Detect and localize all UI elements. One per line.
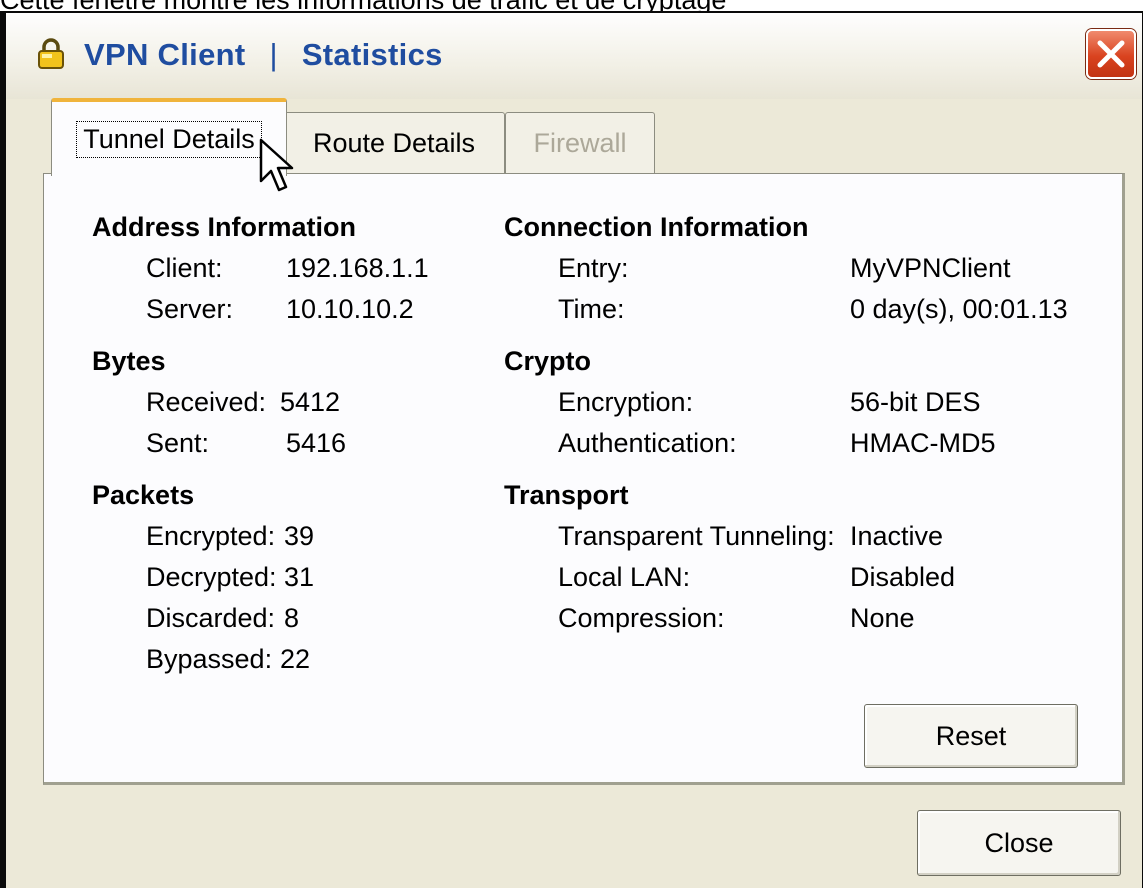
discarded-value: 8 bbox=[284, 603, 300, 633]
entry-label: Entry: bbox=[558, 253, 629, 283]
transport-section: Transport Transparent Tunneling: Inactiv… bbox=[504, 474, 955, 639]
connection-information-section: Connection Information Entry: MyVPNClien… bbox=[504, 206, 1068, 330]
transparent-tunneling-value: Inactive bbox=[850, 521, 944, 551]
bytes-section: Bytes Received: 5412 Sent: 5416 bbox=[92, 340, 346, 464]
bypassed-value: 22 bbox=[280, 644, 311, 674]
encryption-label: Encryption: bbox=[558, 387, 694, 417]
decrypted-value: 31 bbox=[284, 562, 315, 592]
app-title: VPN Client bbox=[84, 37, 246, 72]
window-title: VPN Client | Statistics bbox=[84, 37, 443, 73]
tab-route-details[interactable]: Route Details bbox=[283, 112, 505, 174]
server-value: 10.10.10.2 bbox=[286, 294, 414, 324]
sent-label: Sent: bbox=[146, 428, 210, 458]
received-label: Received: bbox=[146, 387, 267, 417]
tunnel-details-panel: Address Information Client: 192.168.1.1 … bbox=[43, 173, 1125, 785]
reset-button[interactable]: Reset bbox=[864, 704, 1078, 768]
encrypted-label: Encrypted: bbox=[146, 521, 276, 551]
compression-label: Compression: bbox=[558, 603, 725, 633]
close-button[interactable]: Close bbox=[917, 810, 1121, 876]
packets-section: Packets Encrypted: 39 Decrypted: 31 Disc… bbox=[92, 474, 314, 680]
authentication-value: HMAC-MD5 bbox=[850, 428, 996, 458]
crypto-section: Crypto Encryption: 56-bit DES Authentica… bbox=[504, 340, 996, 464]
tab-firewall-label: Firewall bbox=[533, 128, 627, 158]
decrypted-label: Decrypted: bbox=[146, 562, 277, 592]
compression-value: None bbox=[850, 603, 915, 633]
crypto-title: Crypto bbox=[504, 346, 591, 376]
tab-firewall: Firewall bbox=[505, 112, 655, 174]
bypassed-label: Bypassed: bbox=[146, 644, 273, 674]
local-lan-value: Disabled bbox=[850, 562, 956, 592]
local-lan-label: Local LAN: bbox=[558, 562, 691, 592]
packets-title: Packets bbox=[92, 480, 195, 510]
window-close-button[interactable] bbox=[1086, 29, 1136, 79]
client-label: Client: bbox=[146, 253, 223, 283]
title-separator: | bbox=[269, 37, 278, 72]
tab-route-details-label: Route Details bbox=[312, 128, 476, 158]
discarded-label: Discarded: bbox=[146, 603, 276, 633]
address-information-section: Address Information Client: 192.168.1.1 … bbox=[92, 206, 429, 330]
transport-title: Transport bbox=[504, 480, 629, 510]
mouse-pointer-icon bbox=[259, 138, 294, 192]
statistics-window: VPN Client | Statistics Tunnel Details Rou… bbox=[0, 11, 1143, 888]
sent-value: 5416 bbox=[286, 428, 347, 458]
page-title: Statistics bbox=[301, 37, 443, 72]
encryption-value: 56-bit DES bbox=[850, 387, 981, 417]
time-value: 0 day(s), 00:01.13 bbox=[850, 294, 1068, 324]
tab-tunnel-details-label: Tunnel Details bbox=[76, 120, 262, 158]
client-value: 192.168.1.1 bbox=[286, 253, 429, 283]
padlock-icon bbox=[38, 38, 64, 69]
encrypted-value: 39 bbox=[284, 521, 315, 551]
received-value: 5412 bbox=[280, 387, 341, 417]
server-label: Server: bbox=[146, 294, 234, 324]
connection-information-title: Connection Information bbox=[504, 212, 809, 242]
tab-tunnel-details[interactable]: Tunnel Details bbox=[51, 98, 287, 176]
authentication-label: Authentication: bbox=[558, 428, 737, 458]
address-information-title: Address Information bbox=[92, 212, 357, 242]
bytes-title: Bytes bbox=[92, 346, 166, 376]
time-label: Time: bbox=[558, 294, 625, 324]
title-bar[interactable]: VPN Client | Statistics bbox=[6, 13, 1142, 99]
entry-value: MyVPNClient bbox=[850, 253, 1011, 283]
transparent-tunneling-label: Transparent Tunneling: bbox=[558, 521, 835, 551]
close-x-icon bbox=[1097, 40, 1125, 68]
